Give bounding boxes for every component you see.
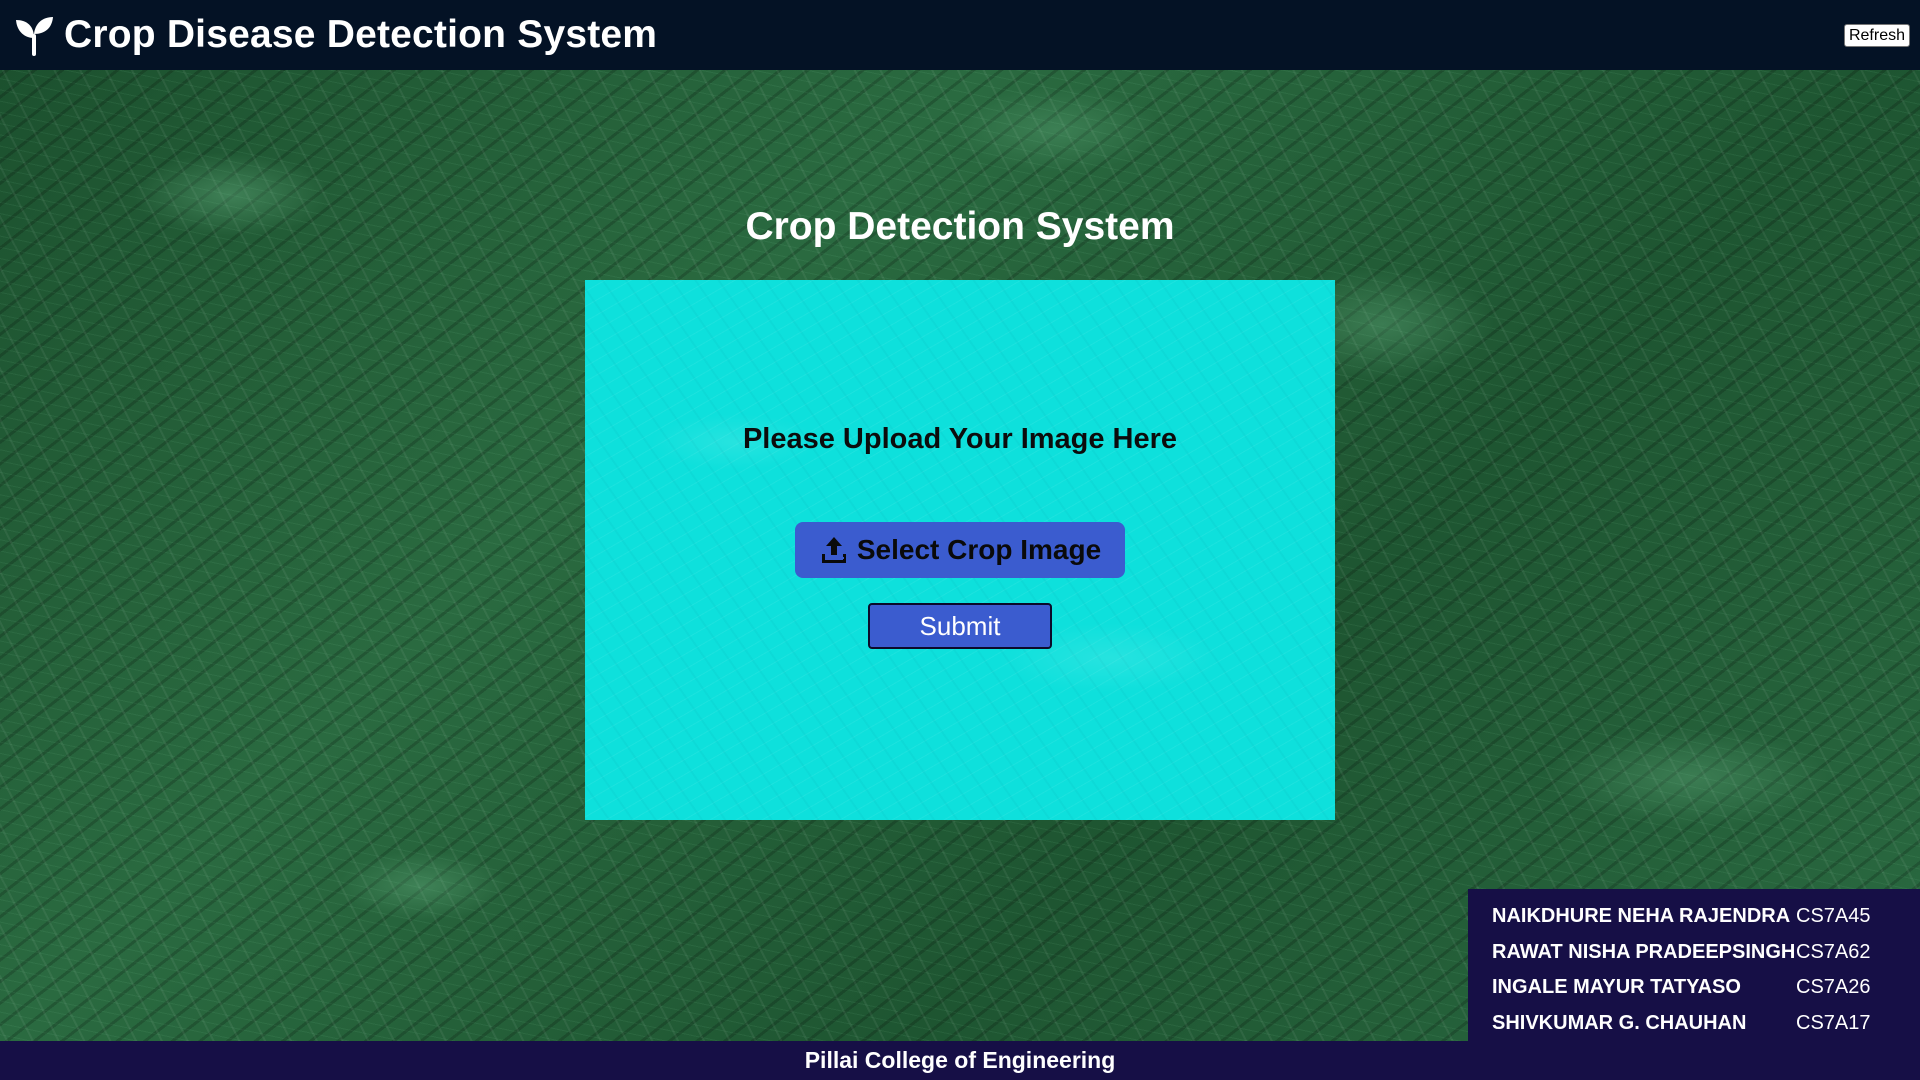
app-title: Crop Disease Detection System (64, 13, 658, 56)
submit-button[interactable]: Submit (868, 603, 1052, 649)
sprout-icon (12, 13, 56, 57)
team-members-panel: NAIKDHURE NEHA RAJENDRA CS7A45 RAWAT NIS… (1468, 889, 1920, 1041)
brand: Crop Disease Detection System (12, 13, 657, 57)
team-member-row: RAWAT NISHA PRADEEPSINGH CS7A62 (1468, 935, 1920, 971)
team-member-row: NAIKDHURE NEHA RAJENDRA CS7A45 (1468, 899, 1920, 935)
team-member-row: INGALE MAYUR TATYASO CS7A26 (1468, 970, 1920, 1006)
footer: Pillai College of Engineering (0, 1041, 1920, 1080)
team-member-name: RAWAT NISHA PRADEEPSINGH (1492, 940, 1796, 963)
team-member-id: CS7A45 (1796, 905, 1871, 928)
team-member-id: CS7A62 (1796, 940, 1871, 963)
upload-prompt: Please Upload Your Image Here (742, 423, 1178, 455)
team-member-row: SHIVKUMAR G. CHAUHAN CS7A17 (1468, 1006, 1920, 1042)
refresh-button[interactable]: Refresh (1843, 24, 1910, 47)
team-member-id: CS7A17 (1796, 1011, 1871, 1034)
page-title: Crop Detection System (745, 205, 1175, 248)
top-navbar: Crop Disease Detection System Refresh (0, 0, 1920, 70)
team-member-name: SHIVKUMAR G. CHAUHAN (1492, 1011, 1747, 1034)
team-member-id: CS7A26 (1796, 976, 1871, 999)
team-member-name: NAIKDHURE NEHA RAJENDRA (1492, 905, 1791, 928)
upload-icon (819, 535, 849, 565)
select-crop-image-button[interactable]: Select Crop Image (795, 522, 1125, 578)
select-crop-image-label: Select Crop Image (856, 534, 1102, 565)
team-member-name: INGALE MAYUR TATYASO (1492, 976, 1741, 999)
upload-card: Please Upload Your Image Here Select Cro… (585, 280, 1335, 820)
